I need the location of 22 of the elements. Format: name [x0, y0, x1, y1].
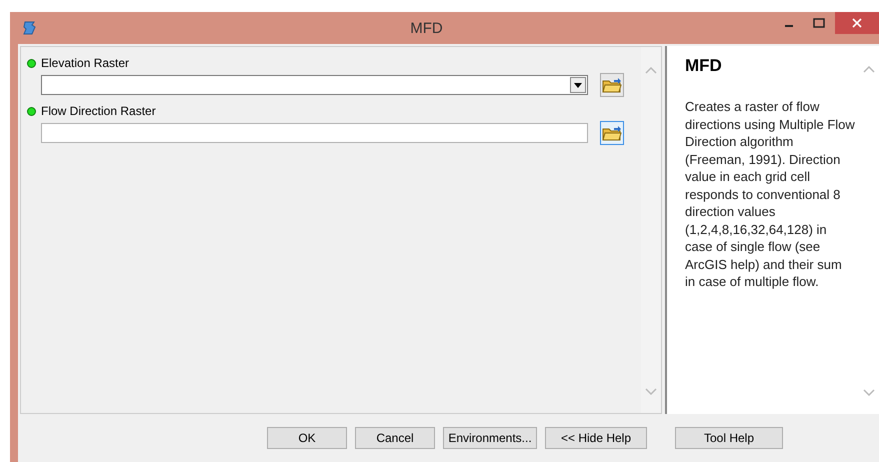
dropdown-arrow-icon [574, 82, 582, 88]
dialog-button[interactable]: Tool Help [675, 427, 783, 449]
help-text: Creates a raster of flow directions using Multiple Flow Direction algorithm (Freeman, 1991). Direction value in each grid cell responds to conventional 8 direction values (1,2,4,8,16,32,64,128) in case of single flow (see ArcGIS help) and their sum in case of multiple flow. [685, 98, 855, 290]
folder-icon [602, 125, 622, 141]
browse-button[interactable] [600, 73, 624, 97]
folder-icon [602, 77, 622, 93]
dialog-button[interactable]: << Hide Help [545, 427, 647, 449]
dialog-button[interactable]: Environments... [443, 427, 537, 449]
dropdown-field[interactable] [41, 75, 588, 95]
dialog-button[interactable]: OK [267, 427, 347, 449]
parameter-label: Elevation Raster [41, 56, 130, 70]
maximize-icon [813, 18, 825, 28]
help-title: MFD [685, 56, 723, 76]
close-button[interactable] [835, 12, 879, 34]
close-icon [852, 18, 862, 28]
browse-button[interactable] [600, 121, 624, 145]
parameter-label: Flow Direction Raster [41, 104, 156, 118]
dialog-button[interactable]: Cancel [355, 427, 435, 449]
window-title: MFD [409, 20, 444, 36]
minimize-icon [785, 25, 793, 27]
input-field[interactable] [41, 123, 588, 143]
app-icon [22, 20, 38, 36]
